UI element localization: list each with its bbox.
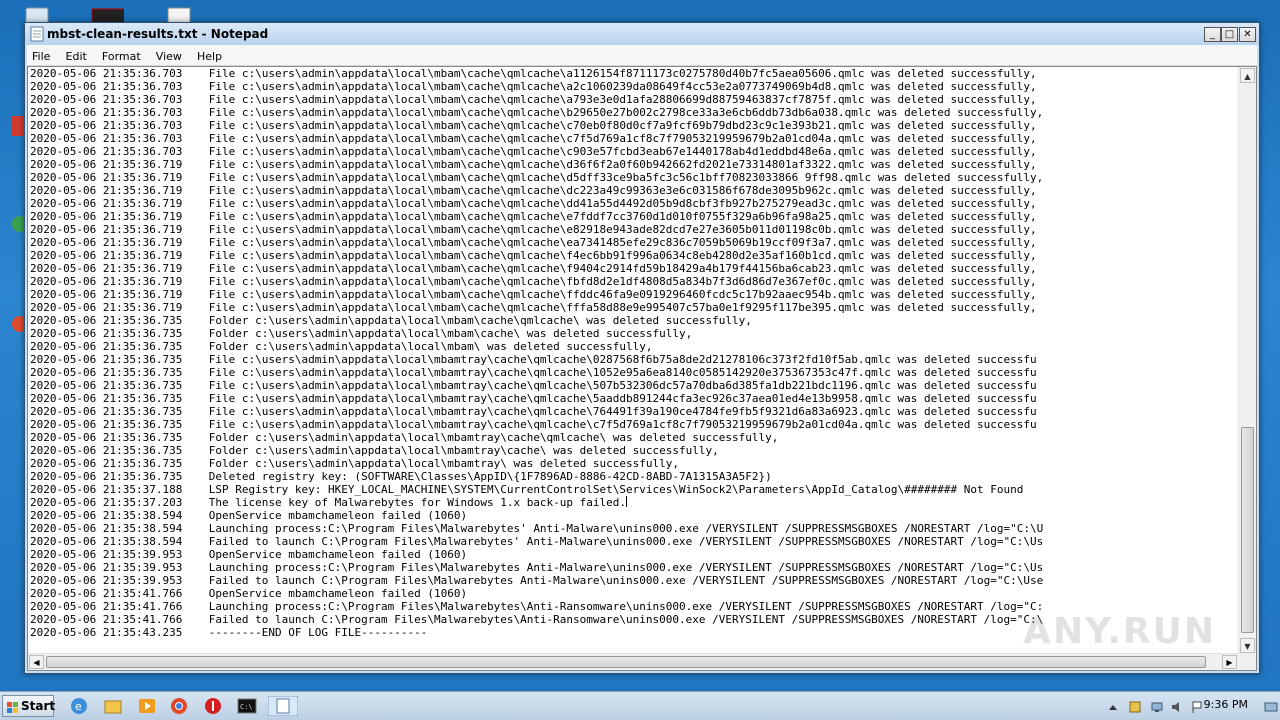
desktop-icon-strip <box>0 110 26 138</box>
log-line: 2020-05-06 21:35:38.594 OpenService mbam… <box>30 509 468 522</box>
menu-edit[interactable]: Edit <box>61 47 92 63</box>
log-line: 2020-05-06 21:35:36.735 Folder c:\users\… <box>30 444 719 457</box>
show-hidden-icons-icon[interactable] <box>1106 699 1120 713</box>
log-line: 2020-05-06 21:35:36.719 File c:\users\ad… <box>30 262 1037 275</box>
clock[interactable]: 9:36 PM <box>1204 698 1248 711</box>
log-line: 2020-05-06 21:35:36.735 File c:\users\ad… <box>30 392 1037 405</box>
menu-bar: File Edit Format View Help <box>27 45 1257 66</box>
menu-file[interactable]: File <box>27 47 55 63</box>
log-line: 2020-05-06 21:35:36.703 File c:\users\ad… <box>30 80 1037 93</box>
log-line: 2020-05-06 21:35:36.735 File c:\users\ad… <box>30 379 1037 392</box>
close-button[interactable]: ✕ <box>1239 27 1256 42</box>
command-prompt-icon[interactable]: C:\ <box>236 696 258 716</box>
log-line: 2020-05-06 21:35:36.735 Deleted registry… <box>30 470 772 483</box>
log-line: 2020-05-06 21:35:36.719 File c:\users\ad… <box>30 288 1037 301</box>
minimize-button[interactable]: _ <box>1204 27 1221 42</box>
horizontal-scrollbar[interactable]: ◀ ▶ <box>28 653 1238 670</box>
internet-explorer-icon[interactable]: e <box>68 696 90 716</box>
log-line: 2020-05-06 21:35:36.703 File c:\users\ad… <box>30 93 1037 106</box>
log-line: 2020-05-06 21:35:36.735 File c:\users\ad… <box>30 405 1037 418</box>
menu-help[interactable]: Help <box>192 47 227 63</box>
watermark-logo: ANY.RUN <box>1023 611 1216 652</box>
stop-app-icon[interactable] <box>202 696 224 716</box>
log-line: 2020-05-06 21:35:36.719 File c:\users\ad… <box>30 210 1037 223</box>
volume-icon[interactable] <box>1170 699 1184 713</box>
horizontal-scroll-thumb[interactable] <box>46 656 1206 668</box>
network-icon[interactable] <box>1150 699 1164 713</box>
log-line: 2020-05-06 21:35:39.953 Launching proces… <box>30 561 1044 574</box>
scrollbar-corner <box>1238 654 1256 670</box>
log-line: 2020-05-06 21:35:36.719 File c:\users\ad… <box>30 275 1037 288</box>
text-caret <box>626 496 628 507</box>
media-player-icon[interactable] <box>136 696 158 716</box>
log-line: 2020-05-06 21:35:36.719 File c:\users\ad… <box>30 236 1037 249</box>
log-line: 2020-05-06 21:35:36.719 File c:\users\ad… <box>30 171 1044 184</box>
log-line: 2020-05-06 21:35:36.735 File c:\users\ad… <box>30 418 1037 431</box>
log-line: 2020-05-06 21:35:37.188 LSP Registry key… <box>30 483 1024 496</box>
log-line: 2020-05-06 21:35:36.719 File c:\users\ad… <box>30 184 1037 197</box>
log-line: 2020-05-06 21:35:36.735 Folder c:\users\… <box>30 327 693 340</box>
log-line: 2020-05-06 21:35:39.953 OpenService mbam… <box>30 548 468 561</box>
start-label: Start <box>21 699 56 713</box>
log-line: 2020-05-06 21:35:36.719 File c:\users\ad… <box>30 223 1037 236</box>
log-text[interactable]: 2020-05-06 21:35:36.703 File c:\users\ad… <box>28 67 1238 654</box>
show-desktop-icon[interactable] <box>1264 699 1278 713</box>
log-line: 2020-05-06 21:35:39.953 Failed to launch… <box>30 574 1044 587</box>
desktop-icon-strip <box>0 310 28 338</box>
svg-text:C:\: C:\ <box>240 703 253 711</box>
file-explorer-icon[interactable] <box>102 696 124 716</box>
log-line: 2020-05-06 21:35:37.203 The license key … <box>30 496 628 509</box>
log-line: 2020-05-06 21:35:36.735 Folder c:\users\… <box>30 457 680 470</box>
log-line: 2020-05-06 21:35:36.719 File c:\users\ad… <box>30 197 1037 210</box>
log-line: 2020-05-06 21:35:36.735 File c:\users\ad… <box>30 366 1037 379</box>
svg-text:e: e <box>75 700 82 713</box>
log-line: 2020-05-06 21:35:36.703 File c:\users\ad… <box>30 119 1037 132</box>
notepad-taskbar-icon[interactable] <box>267 695 299 717</box>
scroll-left-icon[interactable]: ◀ <box>29 655 44 669</box>
desktop-icon-strip <box>0 210 28 238</box>
maximize-button[interactable]: □ <box>1221 27 1238 42</box>
title-bar[interactable]: mbst-clean-results.txt - Notepad _ □ ✕ <box>25 23 1259 45</box>
menu-format[interactable]: Format <box>97 47 146 63</box>
log-line: 2020-05-06 21:35:36.719 File c:\users\ad… <box>30 158 1037 171</box>
log-line: 2020-05-06 21:35:36.719 File c:\users\ad… <box>30 249 1037 262</box>
log-line: 2020-05-06 21:35:36.703 File c:\users\ad… <box>30 145 1037 158</box>
vertical-scroll-thumb[interactable] <box>1241 427 1254 633</box>
menu-view[interactable]: View <box>151 47 187 63</box>
text-editor[interactable]: 2020-05-06 21:35:36.703 File c:\users\ad… <box>27 66 1257 671</box>
system-tray: 9:36 PM <box>1100 692 1280 720</box>
notepad-icon <box>30 26 44 42</box>
scroll-right-icon[interactable]: ▶ <box>1222 655 1237 669</box>
log-line: 2020-05-06 21:35:36.703 File c:\users\ad… <box>30 106 1044 119</box>
scroll-down-icon[interactable]: ▼ <box>1240 638 1255 653</box>
chrome-icon[interactable] <box>168 696 190 716</box>
vertical-scrollbar[interactable]: ▲ ▼ <box>1238 67 1256 654</box>
log-line: 2020-05-06 21:35:36.719 File c:\users\ad… <box>30 301 1037 314</box>
log-line: 2020-05-06 21:35:36.735 Folder c:\users\… <box>30 314 752 327</box>
notepad-window: mbst-clean-results.txt - Notepad _ □ ✕ F… <box>24 22 1260 674</box>
log-line: 2020-05-06 21:35:36.735 Folder c:\users\… <box>30 340 653 353</box>
start-button[interactable]: Start <box>2 695 56 717</box>
log-line: 2020-05-06 21:35:36.703 File c:\users\ad… <box>30 132 1037 145</box>
log-line: 2020-05-06 21:35:41.766 OpenService mbam… <box>30 587 468 600</box>
log-line: 2020-05-06 21:35:36.735 Folder c:\users\… <box>30 431 779 444</box>
log-line: 2020-05-06 21:35:38.594 Launching proces… <box>30 522 1044 535</box>
action-center-icon[interactable] <box>1128 699 1142 713</box>
log-line: 2020-05-06 21:35:38.594 Failed to launch… <box>30 535 1044 548</box>
scroll-up-icon[interactable]: ▲ <box>1240 68 1255 83</box>
flag-icon[interactable] <box>1190 699 1204 713</box>
taskbar: Start e C:\ 9:36 PM <box>0 691 1280 720</box>
log-line: 2020-05-06 21:35:36.735 File c:\users\ad… <box>30 353 1037 366</box>
log-line: 2020-05-06 21:35:36.703 File c:\users\ad… <box>30 67 1037 80</box>
windows-logo-icon <box>7 700 19 713</box>
window-title: mbst-clean-results.txt - Notepad <box>47 27 269 41</box>
